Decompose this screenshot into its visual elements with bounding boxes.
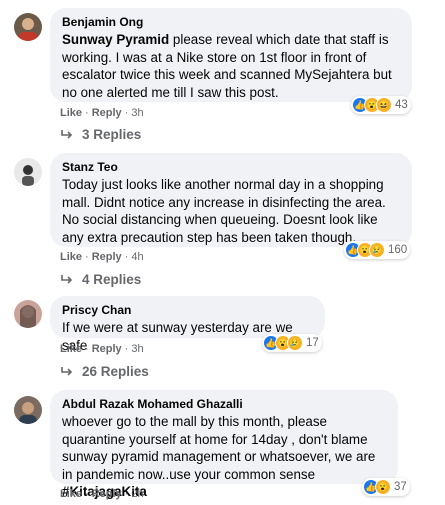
comment-text: Sunway Pyramid please reveal which date … [62,32,392,100]
reaction-count: 17 [306,337,319,349]
reply-button[interactable]: Reply [92,251,122,263]
reaction-summary[interactable]: 👍 😮 37 [362,478,410,496]
view-replies-button[interactable]: 26 Replies [60,364,149,379]
comment-author[interactable]: Priscy Chan [62,303,313,318]
reply-arrow-icon [60,274,74,286]
reply-button[interactable]: Reply [92,343,122,355]
like-button[interactable]: Like [60,107,82,119]
comment-actions: Like · Reply · 3h [60,343,144,355]
timestamp[interactable]: 3h [131,343,143,355]
comment-actions: Like · Reply · 3h [60,107,144,119]
avatar[interactable] [14,13,42,41]
view-replies-button[interactable]: 4 Replies [60,272,141,287]
comment-author[interactable]: Benjamin Ong [62,15,400,30]
comment-bubble: Benjamin Ong Sunway Pyramid please revea… [50,8,412,102]
comment-actions: Like · Reply · 4h [60,251,144,263]
reaction-count: 160 [388,244,408,256]
like-button[interactable]: Like [60,488,82,500]
reply-button[interactable]: Reply [92,107,122,119]
avatar[interactable] [14,158,42,186]
comment-author[interactable]: Abdul Razak Mohamed Ghazalli [62,397,386,412]
reaction-summary[interactable]: 👍 😮 😆 43 [351,96,411,114]
sad-icon: 😢 [287,335,303,351]
timestamp[interactable]: 3h [131,107,143,119]
like-button[interactable]: Like [60,343,82,355]
mention-link[interactable]: Sunway Pyramid [62,32,169,47]
comment-author[interactable]: Stanz Teo [62,160,400,175]
reaction-count: 43 [395,99,408,111]
reply-button[interactable]: Reply [92,488,122,500]
view-replies-button[interactable]: 3 Replies [60,127,141,142]
reply-arrow-icon [60,129,74,141]
like-button[interactable]: Like [60,251,82,263]
reply-arrow-icon [60,366,74,378]
comment-bubble: Abdul Razak Mohamed Ghazalli whoever go … [50,390,398,499]
avatar[interactable] [14,396,42,424]
comment-actions: Like · Reply · 2h [60,488,144,500]
comment-text: Today just looks like another normal day… [62,177,386,245]
sad-icon: 😢 [369,242,385,258]
avatar[interactable] [14,300,42,328]
comment-bubble: Priscy Chan If we were at sunway yesterd… [50,296,325,353]
reaction-summary[interactable]: 👍 😮 😢 17 [262,334,322,352]
haha-icon: 😆 [376,97,392,113]
comment-bubble: Stanz Teo Today just looks like another … [50,153,412,247]
wow-icon: 😮 [375,479,391,495]
reaction-count: 37 [394,481,407,493]
timestamp[interactable]: 4h [131,251,143,263]
reaction-summary[interactable]: 👍 😮 😢 160 [344,241,411,259]
timestamp[interactable]: 2h [131,488,143,500]
